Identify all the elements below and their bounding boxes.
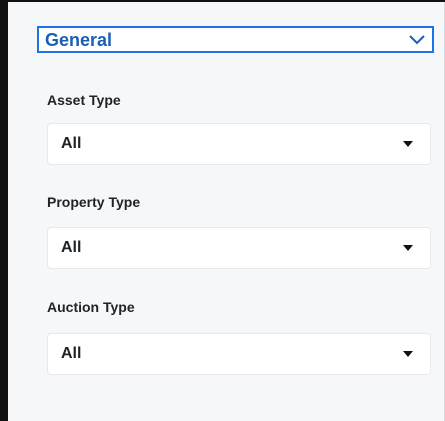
filter-window: General Asset Type All Property Type All… [0,0,445,421]
asset-type-value: All [61,135,82,152]
asset-type-label: Asset Type [47,92,121,108]
auction-type-value: All [61,345,82,362]
auction-type-select[interactable]: All [47,333,431,375]
auction-type-label: Auction Type [47,299,135,315]
caret-down-icon [396,132,420,156]
asset-type-select[interactable]: All [47,123,431,165]
property-type-label: Property Type [47,194,141,210]
caret-down-icon [396,236,420,260]
chevron-down-icon [406,29,428,51]
section-title: General [45,29,113,50]
general-section-toggle[interactable]: General [37,26,434,53]
property-type-select[interactable]: All [47,227,431,269]
caret-down-icon [396,342,420,366]
property-type-value: All [61,239,82,256]
window-left-border [0,0,8,421]
